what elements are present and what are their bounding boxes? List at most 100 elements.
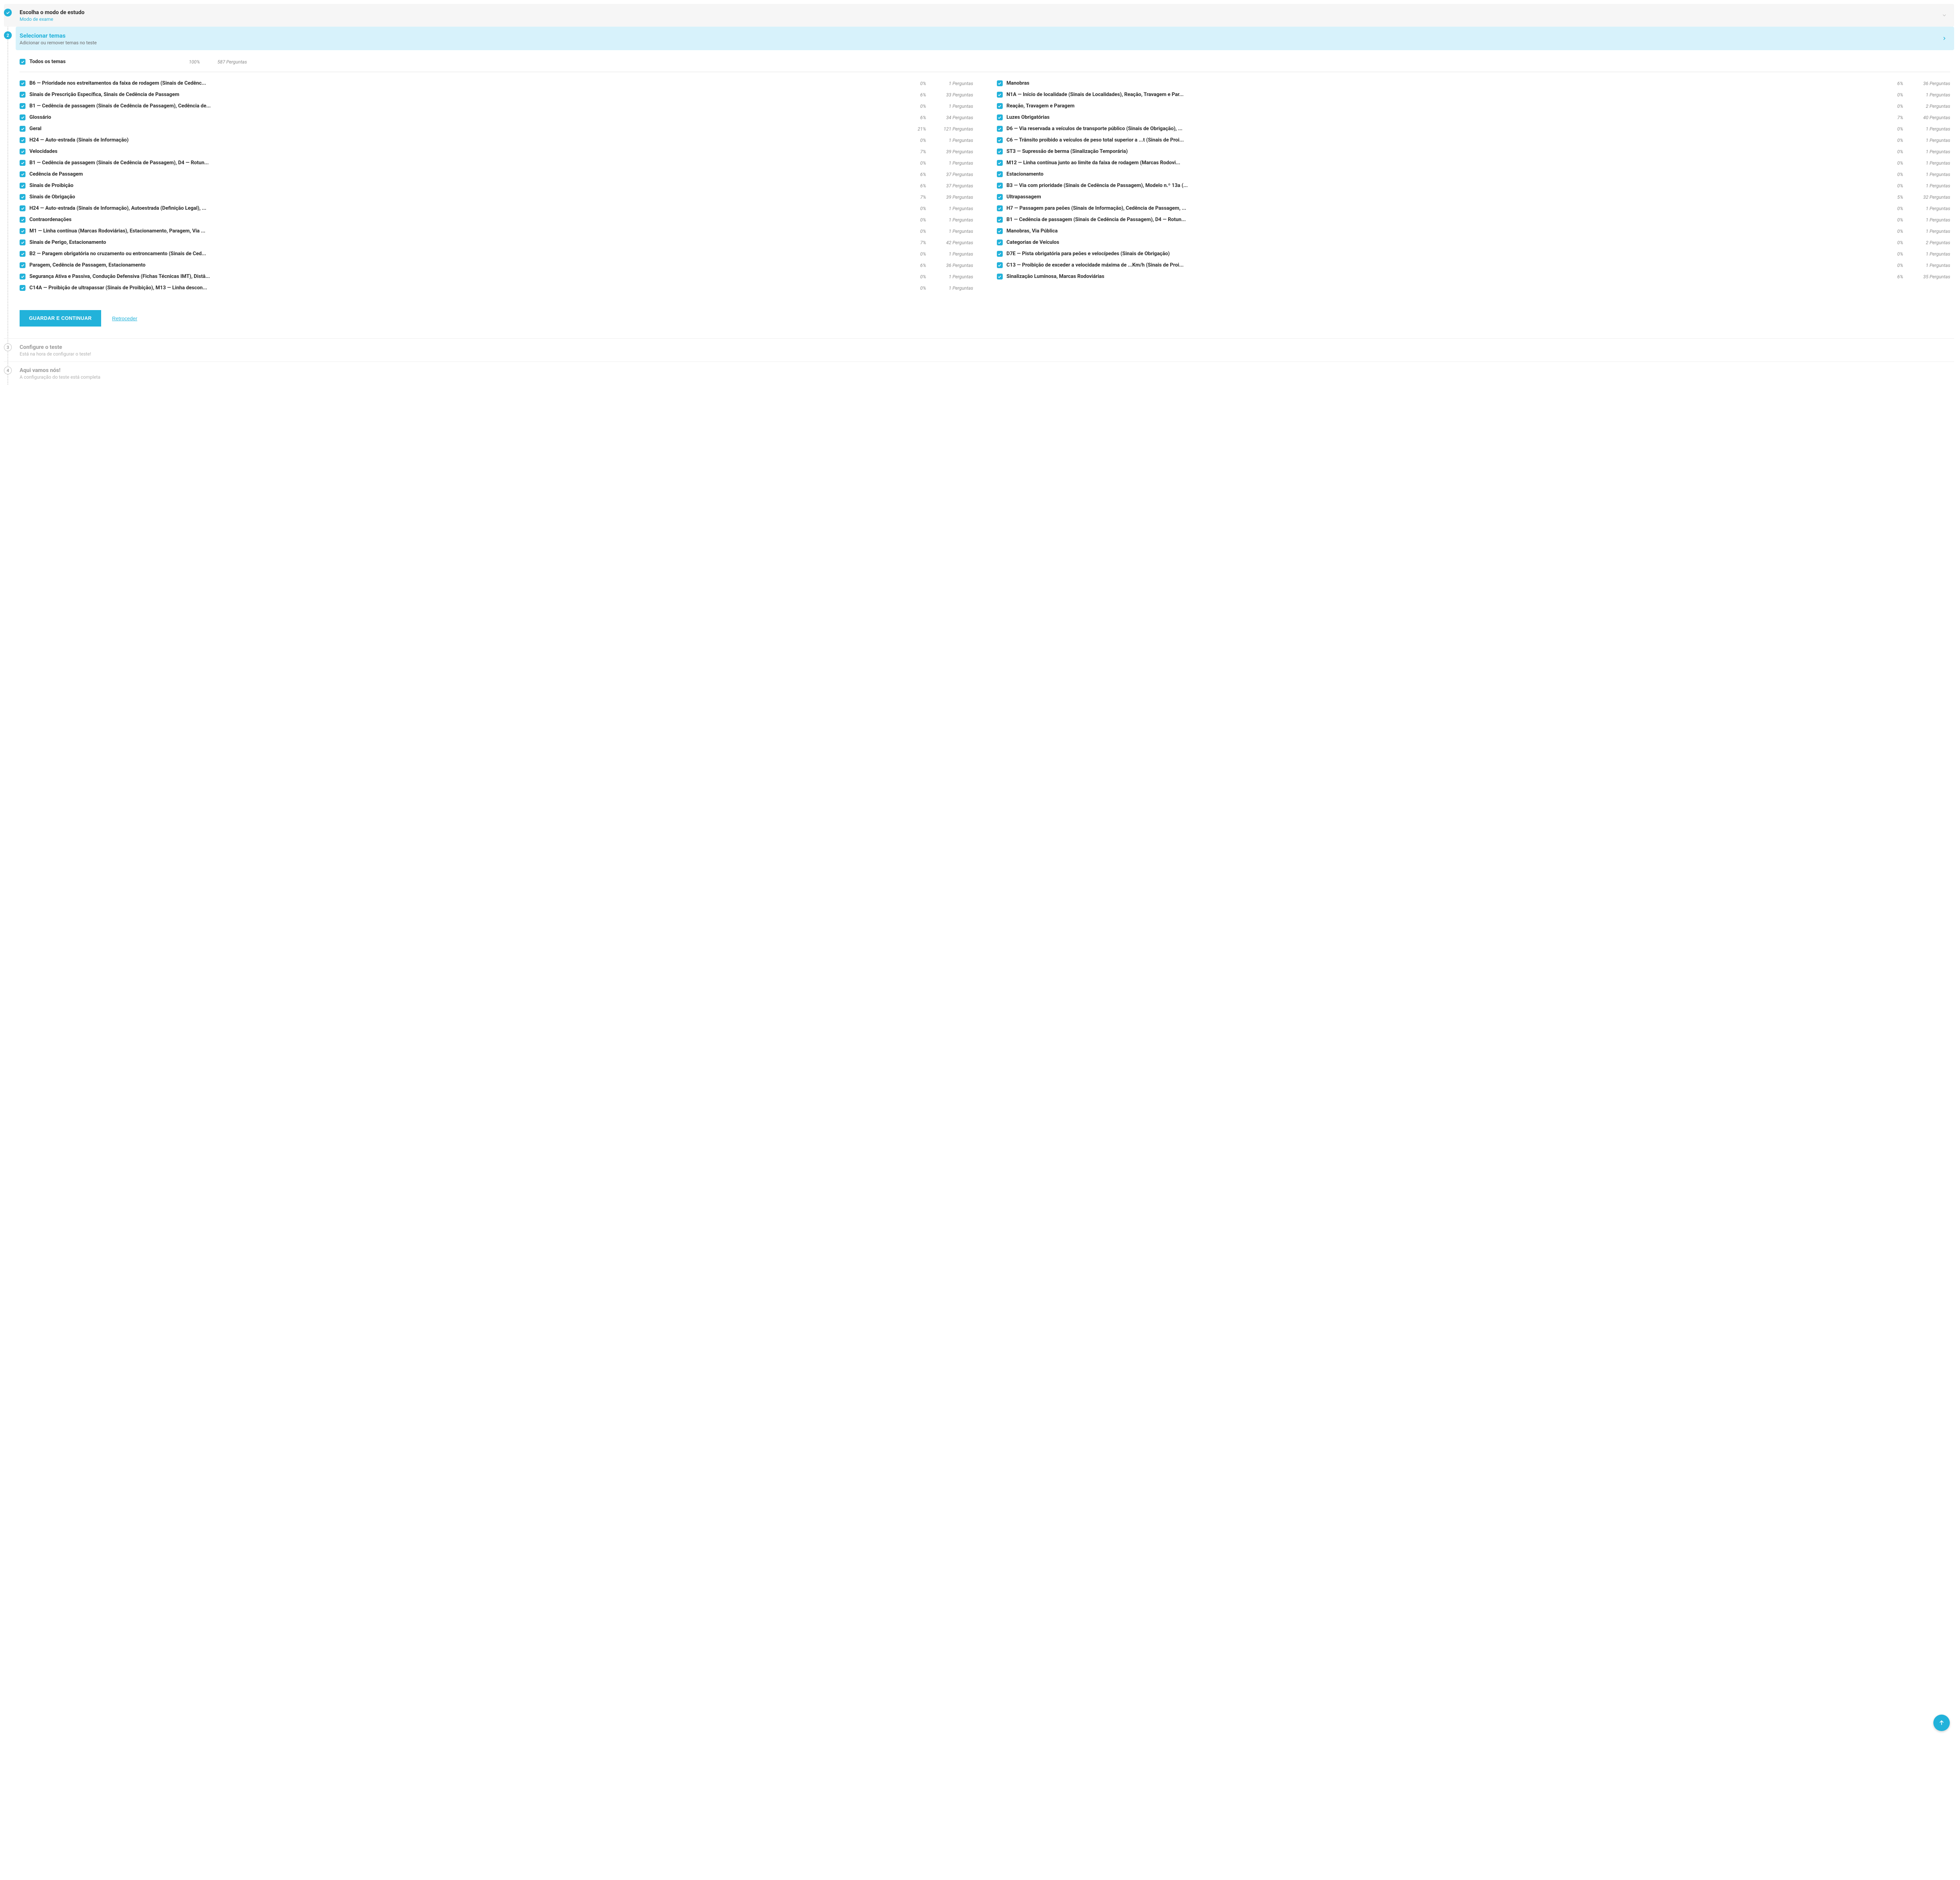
topic-checkbox[interactable] [997, 149, 1003, 154]
topic-row[interactable]: Sinais de Obrigação7%39 Perguntas [20, 191, 973, 203]
topic-checkbox[interactable] [997, 194, 1003, 200]
topic-row[interactable]: Paragem, Cedência de Passagem, Estaciona… [20, 259, 973, 271]
topic-row[interactable]: Estacionamento0%1 Perguntas [997, 169, 1951, 180]
topic-checkbox[interactable] [997, 92, 1003, 98]
topic-row[interactable]: C13 — Proibição de exceder a velocidade … [997, 259, 1951, 271]
topic-checkbox[interactable] [20, 160, 25, 166]
topic-row[interactable]: B3 — Via com prioridade (Sinais de Cedên… [997, 180, 1951, 191]
topic-checkbox[interactable] [997, 114, 1003, 120]
topic-checkbox[interactable] [997, 217, 1003, 223]
topic-row[interactable]: Geral21%121 Perguntas [20, 123, 973, 134]
topic-row[interactable]: Reação, Travagem e Paragem0%2 Perguntas [997, 100, 1951, 112]
step-4[interactable]: 4 Aqui vamos nós! A configuração do test… [4, 361, 1954, 385]
save-continue-button[interactable]: GUARDAR E CONTINUAR [20, 310, 101, 327]
topic-row[interactable]: C14A — Proibição de ultrapassar (Sinais … [20, 282, 973, 294]
back-link[interactable]: Retroceder [112, 316, 137, 321]
topic-checkbox[interactable] [997, 171, 1003, 177]
topic-row[interactable]: Manobras6%36 Perguntas [997, 78, 1951, 89]
topic-checkbox[interactable] [20, 137, 25, 143]
topic-checkbox[interactable] [20, 80, 25, 86]
topic-qcount: 2 Perguntas [1907, 103, 1950, 109]
topic-row[interactable]: Contraordenações0%1 Perguntas [20, 214, 973, 225]
topic-row[interactable]: M1 — Linha contínua (Marcas Rodoviárias)… [20, 225, 973, 237]
topic-row[interactable]: Cedência de Passagem6%37 Perguntas [20, 169, 973, 180]
topic-pct: 0% [907, 206, 926, 211]
topic-row[interactable]: Glossário6%34 Perguntas [20, 112, 973, 123]
topic-row[interactable]: D6 — Via reservada a veículos de transpo… [997, 123, 1951, 134]
topic-row[interactable]: B2 — Paragem obrigatória no cruzamento o… [20, 248, 973, 259]
topic-pct: 0% [907, 217, 926, 223]
topic-checkbox[interactable] [997, 228, 1003, 234]
topic-row[interactable]: Categorias de Veículos0%2 Perguntas [997, 237, 1951, 248]
topic-checkbox[interactable] [20, 251, 25, 257]
topic-checkbox[interactable] [997, 137, 1003, 143]
topic-label: ST3 — Supressão de berma (Sinalização Te… [1007, 149, 1880, 154]
topic-row[interactable]: Sinalização Luminosa, Marcas Rodoviárias… [997, 271, 1951, 282]
topic-label: Geral [29, 126, 903, 132]
topic-pct: 6% [907, 263, 926, 268]
topic-row[interactable]: Luzes Obrigatórias7%40 Perguntas [997, 112, 1951, 123]
topic-pct: 0% [1884, 217, 1903, 223]
topic-row[interactable]: Ultrapassagem5%32 Perguntas [997, 191, 1951, 203]
topic-checkbox[interactable] [20, 228, 25, 234]
topic-checkbox[interactable] [20, 92, 25, 98]
topic-checkbox[interactable] [20, 285, 25, 291]
topic-checkbox[interactable] [997, 80, 1003, 86]
topic-row[interactable]: ST3 — Supressão de berma (Sinalização Te… [997, 146, 1951, 157]
topic-row[interactable]: Segurança Ativa e Passiva, Condução Defe… [20, 271, 973, 282]
topic-row[interactable]: N1A — Início de localidade (Sinais de Lo… [997, 89, 1951, 100]
step-2-header[interactable]: Selecionar temas Adicionar ou remover te… [16, 27, 1954, 50]
topic-pct: 0% [907, 81, 926, 86]
topic-checkbox[interactable] [20, 205, 25, 211]
topic-row[interactable]: H24 — Auto-estrada (Sinais de Informação… [20, 203, 973, 214]
topic-row[interactable]: Manobras, Via Pública0%1 Perguntas [997, 225, 1951, 237]
topic-pct: 7% [907, 149, 926, 154]
topic-checkbox[interactable] [997, 103, 1003, 109]
all-topics-row[interactable]: Todos os temas 100% 587 Perguntas [20, 54, 247, 71]
topic-label: Cedência de Passagem [29, 171, 903, 177]
topic-checkbox[interactable] [20, 171, 25, 177]
topic-checkbox[interactable] [20, 240, 25, 245]
topic-row[interactable]: M12 — Linha contínua junto ao limite da … [997, 157, 1951, 169]
topic-row[interactable]: B1 — Cedência de passagem (Sinais de Ced… [20, 100, 973, 112]
step-1[interactable]: Escolha o modo de estudo Modo de exame [4, 4, 1954, 27]
topic-label: Estacionamento [1007, 171, 1880, 177]
topic-checkbox[interactable] [997, 160, 1003, 166]
topic-label: Glossário [29, 114, 903, 120]
topic-checkbox[interactable] [20, 114, 25, 120]
topic-checkbox[interactable] [997, 251, 1003, 257]
topic-checkbox[interactable] [20, 194, 25, 200]
topic-row[interactable]: Sinais de Proibição6%37 Perguntas [20, 180, 973, 191]
topic-pct: 0% [1884, 229, 1903, 234]
topic-row[interactable]: H24 — Auto-estrada (Sinais de Informação… [20, 134, 973, 146]
topic-checkbox[interactable] [997, 205, 1003, 211]
topic-row[interactable]: Sinais de Perigo, Estacionamento7%42 Per… [20, 237, 973, 248]
step-3[interactable]: 3 Configure o teste Está na hora de conf… [4, 338, 1954, 361]
topic-checkbox[interactable] [20, 183, 25, 189]
topic-checkbox[interactable] [997, 183, 1003, 189]
topic-checkbox[interactable] [20, 274, 25, 279]
topic-row[interactable]: B1 — Cedência de passagem (Sinais de Ced… [20, 157, 973, 169]
topic-checkbox[interactable] [20, 217, 25, 223]
topic-pct: 0% [1884, 183, 1903, 189]
topic-row[interactable]: D7E — Pista obrigatória para peões e vel… [997, 248, 1951, 259]
topic-row[interactable]: B6 — Prioridade nos estreitamentos da fa… [20, 78, 973, 89]
topic-checkbox[interactable] [20, 149, 25, 154]
topic-row[interactable]: Sinais de Prescrição Específica, Sinais … [20, 89, 973, 100]
topic-row[interactable]: B1 — Cedência de passagem (Sinais de Ced… [997, 214, 1951, 225]
topic-checkbox[interactable] [20, 103, 25, 109]
step-3-bullet: 3 [4, 343, 12, 351]
scroll-top-button[interactable] [1933, 1715, 1950, 1731]
topic-checkbox[interactable] [997, 274, 1003, 279]
topic-checkbox[interactable] [997, 240, 1003, 245]
topic-row[interactable]: Velocidades7%39 Perguntas [20, 146, 973, 157]
topic-row[interactable]: H7 — Passagem para peões (Sinais de Info… [997, 203, 1951, 214]
topic-checkbox[interactable] [20, 126, 25, 132]
topic-checkbox[interactable] [997, 262, 1003, 268]
topic-checkbox[interactable] [20, 262, 25, 268]
topic-checkbox[interactable] [997, 126, 1003, 132]
topic-row[interactable]: C6 — Trânsito proibido a veículos de pes… [997, 134, 1951, 146]
checkbox-all[interactable] [20, 59, 25, 65]
topic-label: Luzes Obrigatórias [1007, 114, 1880, 120]
topic-label: Reação, Travagem e Paragem [1007, 103, 1880, 109]
